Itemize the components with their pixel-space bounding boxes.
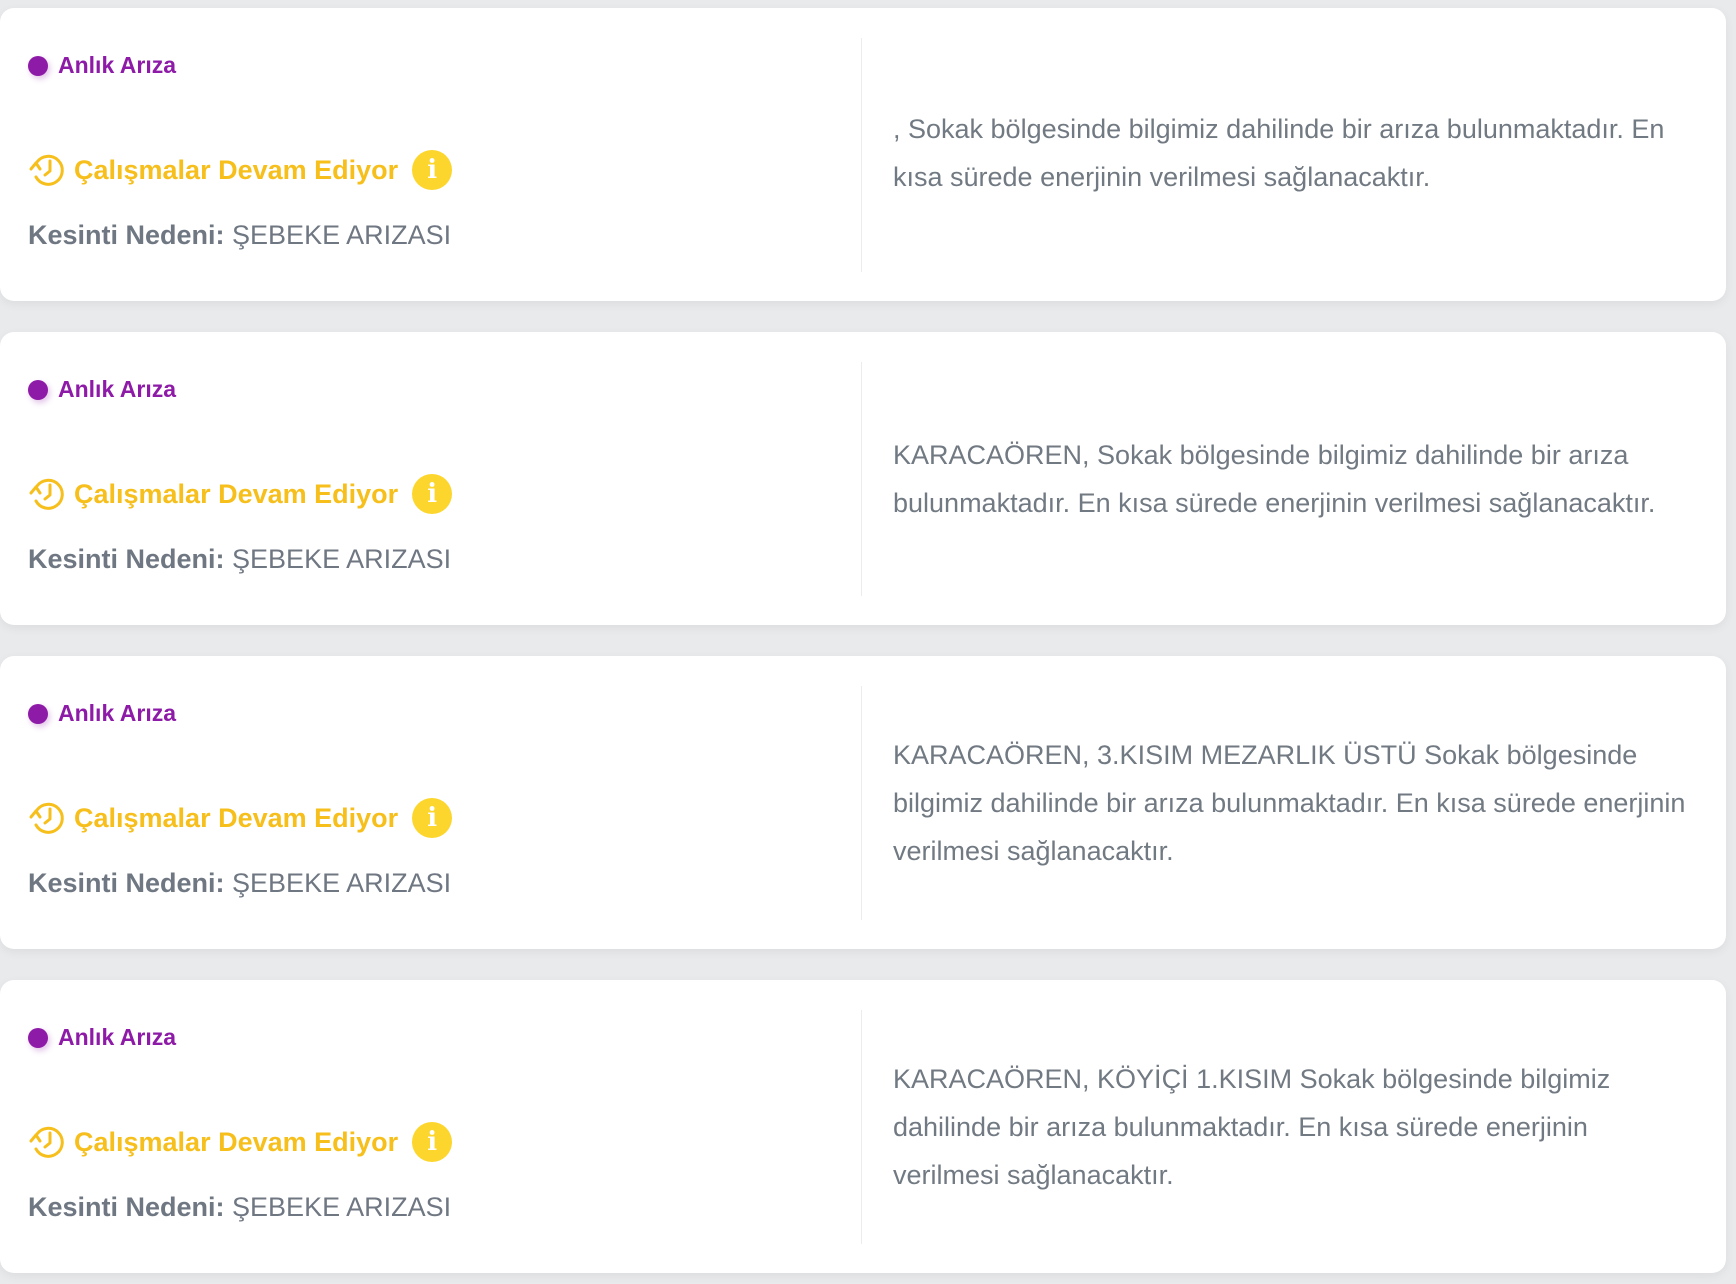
outage-status: Çalışmalar Devam Ediyor i: [28, 474, 453, 514]
info-icon[interactable]: i: [412, 150, 453, 190]
status-label: Çalışmalar Devam Ediyor: [74, 154, 399, 185]
outage-summary: Anlık Arıza Çalışmalar Devam Ediyor i Ke…: [28, 980, 848, 1273]
dot-icon: [28, 1027, 48, 1048]
outage-type: Anlık Arıza: [28, 1024, 176, 1051]
outage-card: Anlık Arıza Çalışmalar Devam Ediyor i Ke…: [0, 980, 1726, 1273]
divider: [861, 1010, 862, 1244]
clock-rotate-icon: [29, 802, 64, 834]
info-icon[interactable]: i: [412, 474, 453, 514]
dot-icon: [28, 379, 48, 400]
outage-message: , Sokak bölgesinde bilgimiz dahilinde bi…: [893, 113, 1665, 192]
reason-value: ŞEBEKE ARIZASI: [224, 544, 452, 574]
outage-message: KARACAÖREN, KÖYİÇİ 1.KISIM Sokak bölgesi…: [893, 1063, 1611, 1190]
outage-summary: Anlık Arıza Çalışmalar Devam Ediyor i Ke…: [28, 656, 848, 949]
outage-message: KARACAÖREN, 3.KISIM MEZARLIK ÜSTÜ Sokak …: [893, 739, 1686, 866]
outage-message: KARACAÖREN, Sokak bölgesinde bilgimiz da…: [893, 439, 1656, 518]
clock-rotate-icon: [29, 478, 64, 510]
info-icon[interactable]: i: [412, 1122, 453, 1162]
status-label: Çalışmalar Devam Ediyor: [74, 1126, 399, 1157]
outage-reason: Kesinti Nedeni: ŞEBEKE ARIZASI: [28, 868, 451, 899]
outage-status: Çalışmalar Devam Ediyor i: [28, 150, 453, 190]
outage-type-label: Anlık Arıza: [58, 52, 177, 78]
outage-type-label: Anlık Arıza: [58, 376, 177, 402]
outage-details: KARACAÖREN, 3.KISIM MEZARLIK ÜSTÜ Sokak …: [893, 656, 1693, 949]
outage-summary: Anlık Arıza Çalışmalar Devam Ediyor i Ke…: [28, 8, 848, 301]
outage-status: Çalışmalar Devam Ediyor i: [28, 1122, 453, 1162]
reason-value: ŞEBEKE ARIZASI: [224, 1192, 452, 1222]
outage-details: , Sokak bölgesinde bilgimiz dahilinde bi…: [893, 8, 1693, 301]
status-label: Çalışmalar Devam Ediyor: [74, 478, 399, 509]
outage-details: KARACAÖREN, KÖYİÇİ 1.KISIM Sokak bölgesi…: [893, 980, 1693, 1273]
reason-label: Kesinti Nedeni:: [28, 544, 225, 574]
outage-summary: Anlık Arıza Çalışmalar Devam Ediyor i Ke…: [28, 332, 848, 625]
outage-reason: Kesinti Nedeni: ŞEBEKE ARIZASI: [28, 544, 451, 575]
outage-reason: Kesinti Nedeni: ŞEBEKE ARIZASI: [28, 220, 451, 251]
outage-type-label: Anlık Arıza: [58, 1024, 177, 1050]
info-icon[interactable]: i: [412, 798, 453, 838]
clock-rotate-icon: [29, 154, 64, 186]
outage-type: Anlık Arıza: [28, 376, 176, 403]
outage-card: Anlık Arıza Çalışmalar Devam Ediyor i Ke…: [0, 332, 1726, 625]
outage-card: Anlık Arıza Çalışmalar Devam Ediyor i Ke…: [0, 656, 1726, 949]
divider: [861, 362, 862, 596]
divider: [861, 38, 862, 272]
dot-icon: [28, 55, 48, 76]
dot-icon: [28, 703, 48, 724]
outage-list: Anlık Arıza Çalışmalar Devam Ediyor i Ke…: [0, 0, 1736, 1284]
outage-details: KARACAÖREN, Sokak bölgesinde bilgimiz da…: [893, 332, 1693, 625]
outage-reason: Kesinti Nedeni: ŞEBEKE ARIZASI: [28, 1192, 451, 1223]
status-label: Çalışmalar Devam Ediyor: [74, 802, 399, 833]
outage-type: Anlık Arıza: [28, 52, 176, 79]
clock-rotate-icon: [29, 1126, 64, 1158]
reason-label: Kesinti Nedeni:: [28, 220, 225, 250]
reason-value: ŞEBEKE ARIZASI: [224, 868, 452, 898]
outage-type: Anlık Arıza: [28, 700, 176, 727]
outage-card: Anlık Arıza Çalışmalar Devam Ediyor i Ke…: [0, 8, 1726, 301]
outage-type-label: Anlık Arıza: [58, 700, 177, 726]
reason-label: Kesinti Nedeni:: [28, 868, 225, 898]
reason-value: ŞEBEKE ARIZASI: [224, 220, 452, 250]
divider: [861, 686, 862, 920]
reason-label: Kesinti Nedeni:: [28, 1192, 225, 1222]
outage-status: Çalışmalar Devam Ediyor i: [28, 798, 453, 838]
